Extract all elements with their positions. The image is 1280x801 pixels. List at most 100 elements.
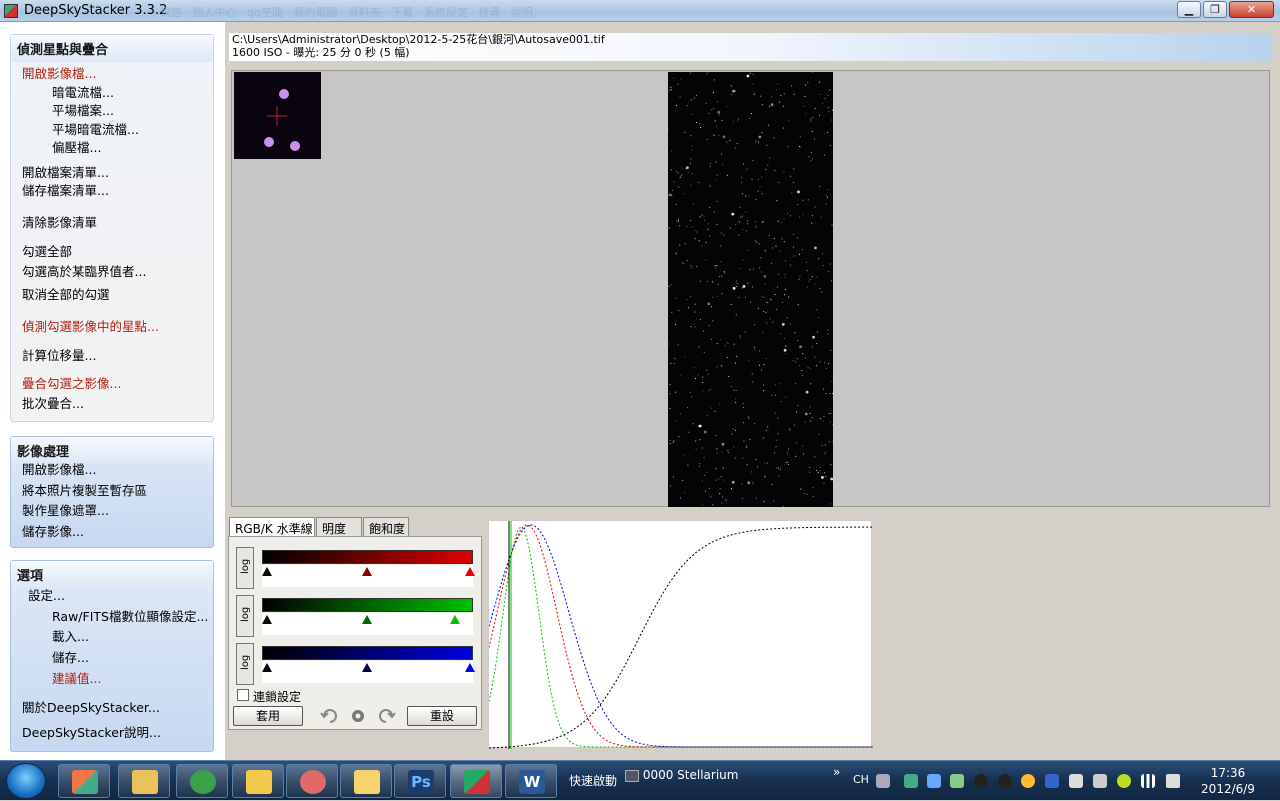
tab-luminance[interactable]: 明度 <box>316 517 362 537</box>
stacked-image[interactable] <box>667 71 834 507</box>
batch-stacking-link[interactable]: 批次疊合... <box>22 393 84 412</box>
save-link[interactable]: 儲存... <box>52 647 89 666</box>
star <box>823 154 825 156</box>
redo-icon[interactable] <box>379 709 396 723</box>
device-icon[interactable] <box>1093 774 1107 788</box>
clear-list-link[interactable]: 清除影像清單 <box>22 212 97 231</box>
red-black-point[interactable] <box>262 567 272 576</box>
star <box>709 235 711 237</box>
open-file-list-link[interactable]: 開啟檔案清單... <box>22 162 109 181</box>
flat-files-link[interactable]: 平場檔案... <box>52 100 114 119</box>
star <box>772 321 774 323</box>
tab-saturation[interactable]: 飽和度 <box>363 517 409 537</box>
update-icon[interactable] <box>1117 774 1131 788</box>
signal-icon[interactable] <box>1141 774 1155 788</box>
recommended-settings-link[interactable]: 建議值... <box>52 668 101 687</box>
star <box>767 426 769 428</box>
qq-icon[interactable] <box>974 774 988 788</box>
help-link[interactable]: DeepSkyStacker說明... <box>22 722 161 741</box>
green-white-point[interactable] <box>450 615 460 624</box>
tray-app-icon[interactable] <box>904 774 918 788</box>
star <box>783 218 785 220</box>
flag-icon[interactable] <box>950 774 964 788</box>
copy-to-clipboard-link[interactable]: 將本照片複製至暫存區 <box>22 480 147 499</box>
star <box>698 346 700 348</box>
check-all-link[interactable]: 勾選全部 <box>22 241 72 260</box>
taskbar-app-explorer[interactable] <box>118 764 170 798</box>
star <box>707 223 709 225</box>
close-button[interactable]: ✕ <box>1229 1 1274 18</box>
star <box>689 391 691 393</box>
messenger-icon[interactable] <box>1021 774 1035 788</box>
undo-icon[interactable] <box>320 709 337 723</box>
dark-flat-files-link[interactable]: 平場暗電流檔... <box>52 119 139 138</box>
apply-button[interactable]: 套用 <box>233 706 303 726</box>
running-app-stellarium[interactable]: 0000 Stellarium <box>625 768 738 782</box>
uncheck-all-link[interactable]: 取消全部的勾選 <box>22 284 110 303</box>
dark-files-link[interactable]: 暗電流檔... <box>52 82 114 101</box>
green-black-point[interactable] <box>262 615 272 624</box>
ime-indicator[interactable]: CH <box>853 773 869 786</box>
red-mid-point[interactable] <box>362 567 372 576</box>
open-picture-link[interactable]: 開啟影像檔... <box>22 459 96 478</box>
tray-expand-chevron[interactable]: » <box>833 765 840 779</box>
save-picture-link[interactable]: 儲存影像... <box>22 521 84 540</box>
raw-fits-settings-link[interactable]: Raw/FITS檔數位顯像設定... <box>52 606 208 625</box>
reset-button[interactable]: 重設 <box>407 706 477 726</box>
link-settings-checkbox[interactable] <box>237 689 249 701</box>
star <box>671 189 674 191</box>
blue-white-point[interactable] <box>465 663 475 672</box>
log-toggle[interactable]: log <box>236 547 254 589</box>
taskbar-app-deepskystacker[interactable] <box>450 764 502 798</box>
star <box>731 94 733 96</box>
minimize-button[interactable]: ▁ <box>1177 1 1201 18</box>
star <box>773 500 775 502</box>
blue-black-point[interactable] <box>262 663 272 672</box>
taskbar-app-refresh[interactable] <box>176 764 228 798</box>
taskbar-app-people[interactable] <box>286 764 338 798</box>
shield-icon[interactable] <box>1069 774 1083 788</box>
settings-link[interactable]: 設定... <box>28 585 65 604</box>
taskbar-app-library[interactable] <box>58 764 110 798</box>
compute-offsets-link[interactable]: 計算位移量... <box>22 345 96 364</box>
taskbar-app-notes[interactable] <box>232 764 284 798</box>
green-mid-point[interactable] <box>362 615 372 624</box>
bias-files-link[interactable]: 偏壓檔... <box>52 137 101 156</box>
settings-icon[interactable] <box>352 710 364 722</box>
keyboard-icon[interactable] <box>876 774 890 788</box>
log-toggle[interactable]: log <box>236 643 254 685</box>
network-adapter-icon[interactable] <box>927 774 941 788</box>
star <box>757 178 759 180</box>
clock[interactable]: 17:36 2012/6/9 <box>1196 765 1260 797</box>
red-level-slider[interactable]: log <box>236 545 478 591</box>
star <box>796 358 798 360</box>
star <box>720 153 723 155</box>
check-above-threshold-link[interactable]: 勾選高於某臨界值者... <box>22 261 146 280</box>
star <box>829 89 831 91</box>
stack-checked-link[interactable]: 疊合勾選之影像... <box>22 373 121 392</box>
maximize-button[interactable]: ❐ <box>1203 1 1227 18</box>
security-icon[interactable] <box>1045 774 1059 788</box>
star <box>727 343 729 345</box>
star <box>816 342 818 345</box>
save-file-list-link[interactable]: 儲存檔案清單... <box>22 180 109 199</box>
taskbar-app-photoshop[interactable]: Ps <box>394 764 446 798</box>
about-link[interactable]: 關於DeepSkyStacker... <box>22 697 160 716</box>
qq-icon-2[interactable] <box>998 774 1012 788</box>
blue-mid-point[interactable] <box>362 663 372 672</box>
register-checked-link[interactable]: 偵測勾選影像中的星點... <box>22 316 159 335</box>
log-toggle[interactable]: log <box>236 595 254 637</box>
taskbar-app-sticky[interactable] <box>340 764 392 798</box>
blue-level-slider[interactable]: log <box>236 641 478 687</box>
tab-rgb-levels[interactable]: RGB/K 水準線 <box>229 517 315 538</box>
taskbar-app-word[interactable]: W <box>505 764 557 798</box>
open-picture-files-link[interactable]: 開啟影像檔... <box>22 63 96 82</box>
start-button[interactable] <box>6 763 46 799</box>
green-level-slider[interactable]: log <box>236 593 478 639</box>
red-white-point[interactable] <box>465 567 475 576</box>
load-link[interactable]: 載入... <box>52 626 89 645</box>
star <box>676 105 678 107</box>
volume-muted-icon[interactable] <box>1166 774 1180 788</box>
star <box>797 190 800 194</box>
create-star-mask-link[interactable]: 製作星像遮罩... <box>22 500 109 519</box>
